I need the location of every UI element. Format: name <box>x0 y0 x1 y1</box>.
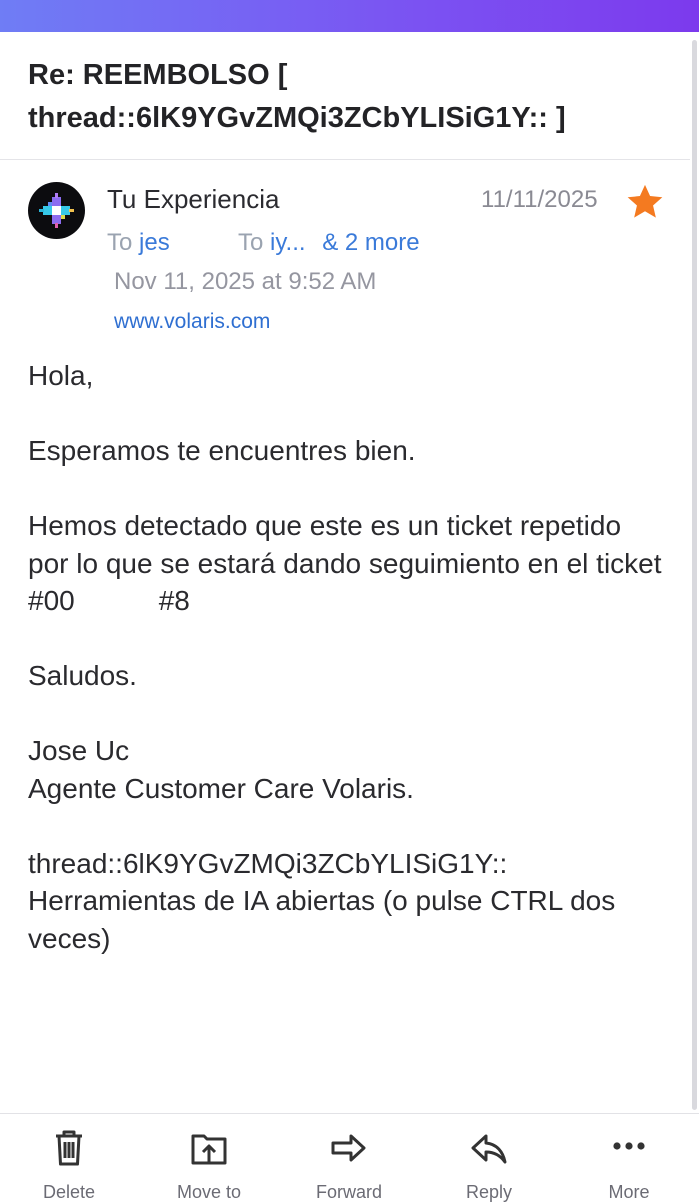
more-button[interactable]: More <box>569 1114 689 1202</box>
signature-title: Agente Customer Care Volaris. <box>28 772 414 804</box>
website-link[interactable]: www.volaris.com <box>114 310 270 334</box>
redacted-area <box>74 589 159 616</box>
to-label: To <box>237 229 264 256</box>
forward-arrow-icon <box>331 1134 366 1162</box>
recipient-address[interactable]: jes <box>139 229 170 256</box>
greeting: Hola, <box>28 360 94 391</box>
reply-arrow-icon <box>471 1134 507 1164</box>
delete-button[interactable]: Delete <box>9 1114 129 1202</box>
closing: Saludos. <box>28 660 137 691</box>
email-subject: Re: REEMBOLSO [ thread::6lK9YGvZMQi3ZCbY… <box>28 59 566 134</box>
bottom-toolbar: Delete Move to Forward Reply More <box>0 1113 699 1202</box>
sparkle-logo-icon <box>39 193 74 228</box>
ai-tools-text: Herramientas de IA abiertas (o pulse CTR… <box>28 885 616 954</box>
to-label: To <box>107 229 133 256</box>
redacted-area <box>169 234 232 253</box>
date-full: Nov 11, 2025 at 9:52 AM <box>114 268 377 295</box>
scrollbar[interactable] <box>692 40 697 1110</box>
signature-name: Jose Uc <box>28 735 130 766</box>
star-icon[interactable] <box>624 181 666 223</box>
recipient-address[interactable]: iy... <box>270 229 306 256</box>
sender-avatar[interactable] <box>28 182 85 239</box>
body-text: 8 <box>174 585 190 616</box>
divider <box>0 159 690 160</box>
move-to-button[interactable]: Move to <box>149 1114 269 1202</box>
more-recipients-link[interactable]: & 2 more <box>322 229 419 256</box>
recipients-line[interactable]: To jes To iy... & 2 more <box>107 229 420 257</box>
date-short: 11/11/2025 <box>481 186 598 213</box>
sender-name[interactable]: Tu Experiencia <box>107 184 279 215</box>
reply-button[interactable]: Reply <box>429 1114 549 1202</box>
thread-id: thread::6lK9YGvZMQi3ZCbYLISiG1Y:: <box>28 847 508 879</box>
status-bar-gradient <box>0 0 699 32</box>
forward-button[interactable]: Forward <box>289 1114 409 1202</box>
trash-icon <box>56 1130 82 1166</box>
more-dots-icon <box>613 1142 645 1150</box>
body-paragraph: Hemos detectado que este es un ticket re… <box>28 510 662 616</box>
body-line: Esperamos te encuentres bien. <box>28 435 416 466</box>
folder-move-icon <box>191 1134 227 1165</box>
email-body: Hola, Esperamos te encuentres bien. Hemo… <box>28 357 668 957</box>
